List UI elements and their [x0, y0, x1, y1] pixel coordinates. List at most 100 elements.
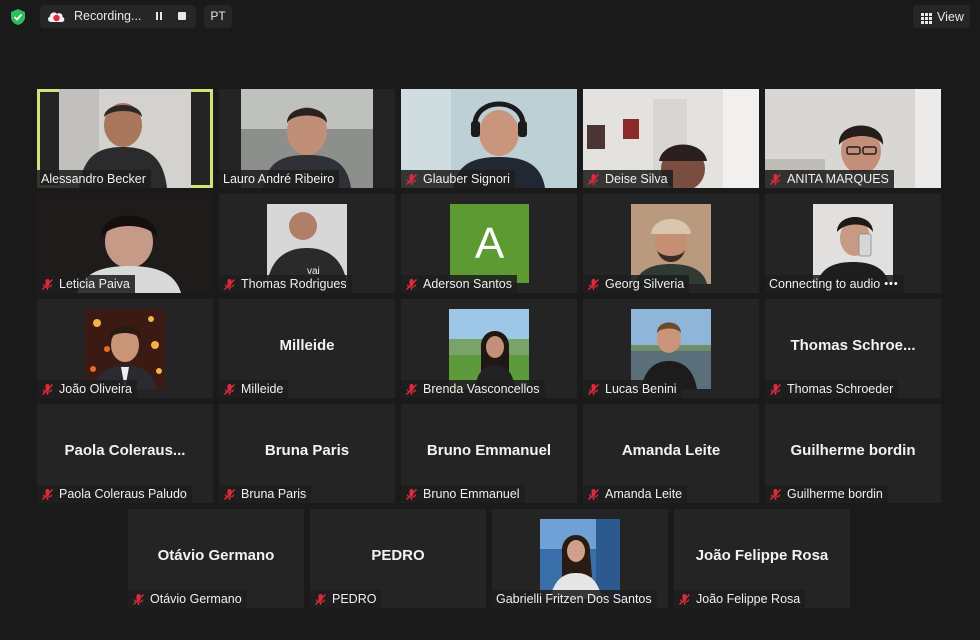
participant-name-tag: Aderson Santos: [401, 275, 517, 293]
mic-muted-icon: [406, 488, 417, 500]
participant-name: Paola Coleraus Paludo: [59, 487, 187, 501]
participant-name-tag: Amanda Leite: [583, 485, 688, 503]
pause-recording-icon[interactable]: [152, 10, 166, 23]
view-button[interactable]: View: [913, 5, 970, 28]
participant-name: Glauber Signori: [423, 172, 510, 186]
cloud-recording-icon: [46, 9, 66, 24]
grid-view-icon: [921, 11, 932, 24]
participant-video: [85, 309, 165, 389]
participant-name: Bruno Emmanuel: [423, 487, 520, 501]
participant-tile[interactable]: Bruna Paris Bruna Paris: [219, 404, 395, 503]
mic-muted-icon: [42, 383, 53, 395]
mic-muted-icon: [224, 383, 235, 395]
participant-tile[interactable]: Leticia Paiva: [37, 194, 213, 293]
participant-display-name: João Felippe Rosa: [695, 547, 829, 564]
participant-tile[interactable]: PEDRO PEDRO: [310, 509, 486, 608]
security-shield-icon[interactable]: [9, 8, 27, 26]
participant-display-name: Bruna Paris: [264, 442, 350, 459]
mic-muted-icon: [679, 593, 690, 605]
participant-name-tag: Milleide: [219, 380, 289, 398]
mic-muted-icon: [224, 278, 235, 290]
participant-name-tag: Thomas Schroeder: [765, 380, 899, 398]
participant-display-name: Milleide: [279, 337, 335, 354]
participant-display-name: Paola Coleraus...: [64, 442, 186, 459]
participant-name-tag: Thomas Rodrigues: [219, 275, 352, 293]
participant-name-tag: Alessandro Becker: [37, 170, 151, 188]
mic-muted-icon: [42, 488, 53, 500]
recording-indicator: Recording...: [40, 5, 196, 28]
participant-name: Connecting to audio: [769, 277, 881, 291]
participant-tile[interactable]: Alessandro Becker: [37, 89, 213, 188]
recording-label: Recording...: [74, 9, 142, 23]
participant-tile[interactable]: Paola Coleraus... Paola Coleraus Paludo: [37, 404, 213, 503]
participant-name: PEDRO: [332, 592, 377, 606]
mic-muted-icon: [315, 593, 326, 605]
participant-name-tag: Guilherme bordin: [765, 485, 888, 503]
participant-name-tag: Leticia Paiva: [37, 275, 135, 293]
participant-name-tag: Lauro André Ribeiro: [219, 170, 340, 188]
participant-tile[interactable]: Otávio Germano Otávio Germano: [128, 509, 304, 608]
participant-name: João Oliveira: [59, 382, 132, 396]
participant-name: Gabrielli Fritzen Dos Santos: [496, 592, 652, 606]
participant-tile[interactable]: Glauber Signori: [401, 89, 577, 188]
participant-name-tag: Glauber Signori: [401, 170, 515, 188]
participant-tile[interactable]: João Felippe Rosa João Felippe Rosa: [674, 509, 850, 608]
participant-name: Lauro André Ribeiro: [223, 172, 335, 186]
participant-name-tag: PEDRO: [310, 590, 382, 608]
participant-tile[interactable]: ANITA MARQUES: [765, 89, 941, 188]
participant-display-name: Amanda Leite: [621, 442, 721, 459]
mic-muted-icon: [588, 488, 599, 500]
participant-name: Amanda Leite: [605, 487, 683, 501]
participant-name: ANITA MARQUES: [787, 172, 889, 186]
mic-muted-icon: [406, 278, 417, 290]
participant-name: Leticia Paiva: [59, 277, 130, 291]
participant-name: Thomas Rodrigues: [241, 277, 347, 291]
participant-tile[interactable]: vai Thomas Rodrigues: [219, 194, 395, 293]
participant-display-name: PEDRO: [371, 547, 425, 564]
participant-display-name: Bruno Emmanuel: [426, 442, 552, 459]
mic-muted-icon: [770, 173, 781, 185]
participant-name-tag: Bruna Paris: [219, 485, 312, 503]
participant-display-name: Thomas Schroe...: [790, 337, 916, 354]
participant-tile[interactable]: Gabrielli Fritzen Dos Santos: [492, 509, 668, 608]
participant-tile[interactable]: Georg Silveria: [583, 194, 759, 293]
stop-recording-icon[interactable]: [175, 10, 189, 23]
participant-name-tag: Gabrielli Fritzen Dos Santos: [492, 590, 657, 608]
participant-tile[interactable]: Amanda Leite Amanda Leite: [583, 404, 759, 503]
participant-name: Thomas Schroeder: [787, 382, 894, 396]
participant-tile[interactable]: Brenda Vasconcellos: [401, 299, 577, 398]
participant-name-tag: Brenda Vasconcellos: [401, 380, 545, 398]
mic-muted-icon: [588, 278, 599, 290]
participant-tile[interactable]: Bruno Emmanuel Bruno Emmanuel: [401, 404, 577, 503]
participant-tile[interactable]: Milleide Milleide: [219, 299, 395, 398]
participant-name: Milleide: [241, 382, 284, 396]
participant-name: Lucas Benini: [605, 382, 677, 396]
mic-muted-icon: [588, 383, 599, 395]
participant-video: [631, 204, 711, 284]
participant-tile[interactable]: Guilherme bordin Guilherme bordin: [765, 404, 941, 503]
participant-name: João Felippe Rosa: [696, 592, 801, 606]
participant-name: Alessandro Becker: [41, 172, 146, 186]
participant-name-tag: João Oliveira: [37, 380, 137, 398]
participant-video: [631, 309, 711, 389]
participant-tile[interactable]: Deise Silva: [583, 89, 759, 188]
participant-name-tag: Georg Silveria: [583, 275, 690, 293]
participant-tile[interactable]: Connecting to audio •••: [765, 194, 941, 293]
participant-name-tag: ANITA MARQUES: [765, 170, 894, 188]
participant-tile[interactable]: Thomas Schroe... Thomas Schroeder: [765, 299, 941, 398]
participant-name-tag: Bruno Emmanuel: [401, 485, 525, 503]
participant-name-tag: Lucas Benini: [583, 380, 682, 398]
participant-name-tag: Otávio Germano: [128, 590, 247, 608]
participant-name: Aderson Santos: [423, 277, 512, 291]
participant-name: Georg Silveria: [605, 277, 685, 291]
mic-muted-icon: [406, 383, 417, 395]
participant-tile[interactable]: Lucas Benini: [583, 299, 759, 398]
mic-muted-icon: [770, 488, 781, 500]
mic-muted-icon: [770, 383, 781, 395]
participant-tile[interactable]: Lauro André Ribeiro: [219, 89, 395, 188]
participant-tile[interactable]: A Aderson Santos: [401, 194, 577, 293]
participant-tile[interactable]: João Oliveira: [37, 299, 213, 398]
participant-video: vai: [267, 204, 347, 284]
participant-video: [449, 309, 529, 389]
language-button[interactable]: PT: [204, 5, 232, 28]
